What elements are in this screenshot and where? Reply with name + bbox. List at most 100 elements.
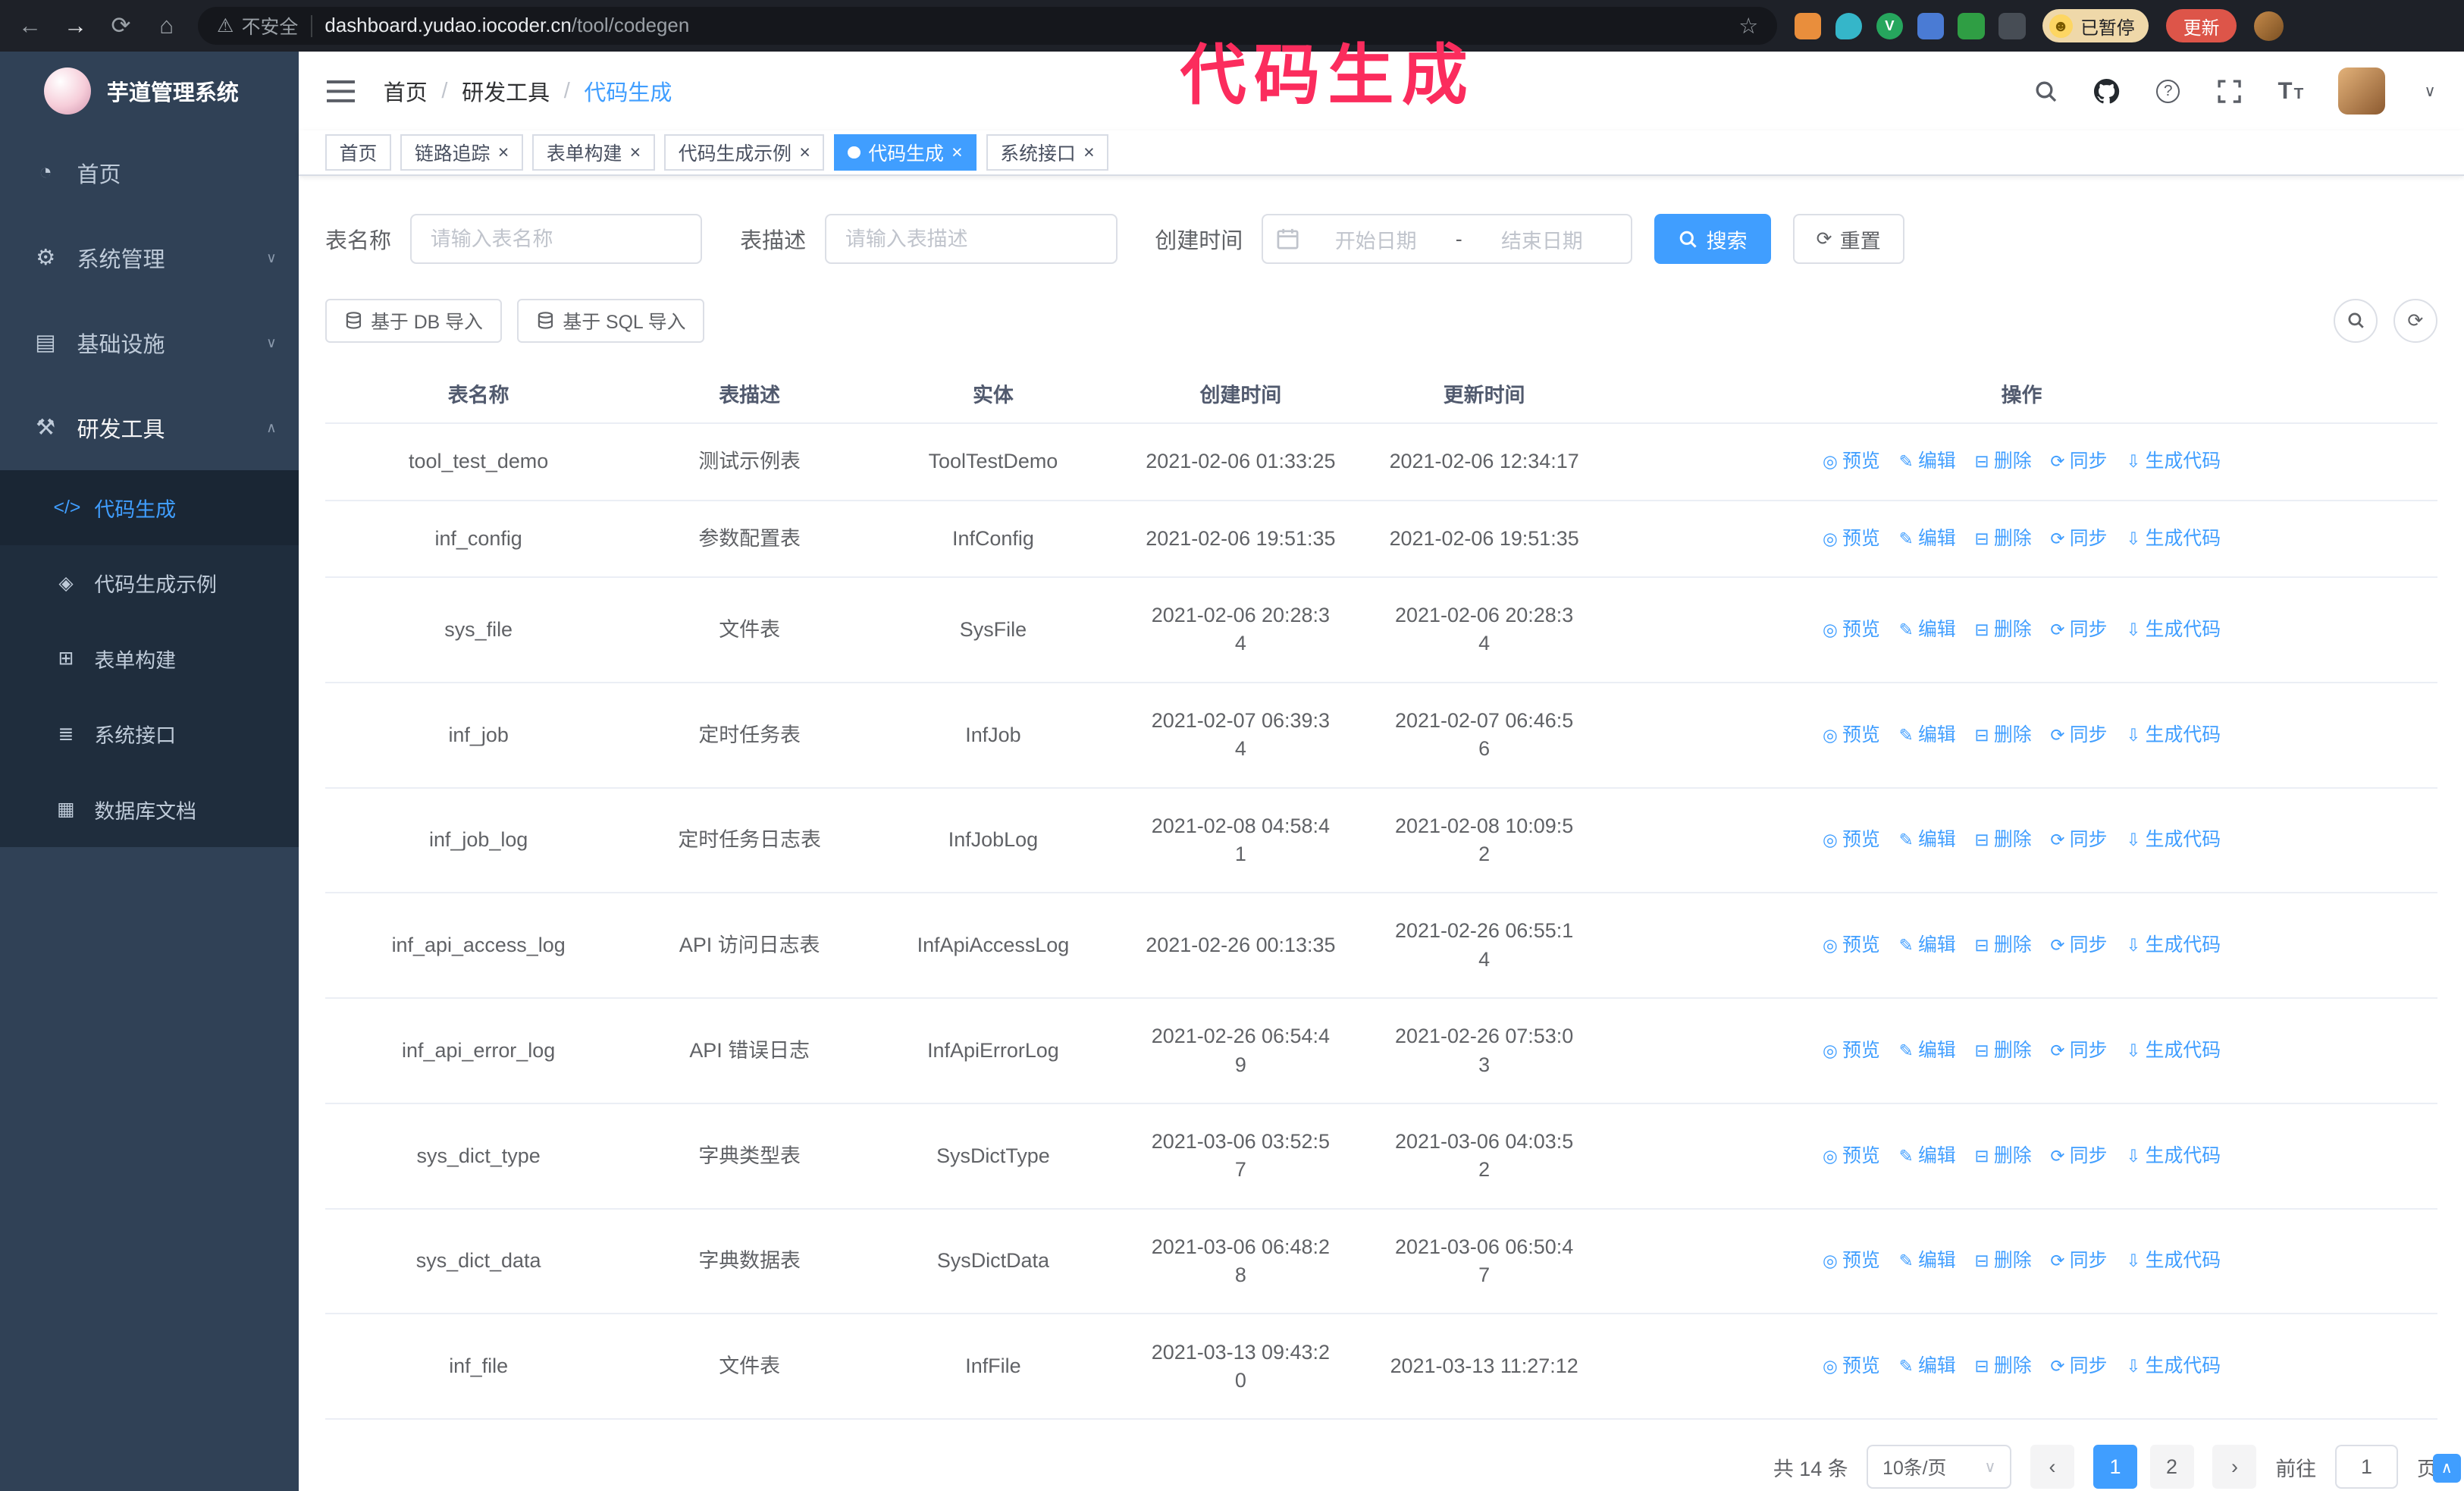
user-avatar[interactable]: [2337, 67, 2385, 115]
extension-icon-4[interactable]: [1917, 12, 1944, 39]
tab-item[interactable]: 代码生成 ×: [833, 134, 977, 171]
action-download-link[interactable]: ⇩ 生成代码: [2126, 1352, 2221, 1380]
action-sync-link[interactable]: ⟳ 同步: [2050, 525, 2107, 553]
breadcrumb-current[interactable]: 代码生成: [584, 75, 672, 107]
back-icon[interactable]: ←: [16, 12, 44, 39]
action-trash-link[interactable]: ⊟ 删除: [1975, 826, 2032, 854]
action-download-link[interactable]: ⇩ 生成代码: [2126, 1037, 2221, 1065]
sidebar-item[interactable]: ⚙ 系统管理 ∨: [0, 215, 299, 300]
bookmark-star-icon[interactable]: ☆: [1738, 13, 1758, 39]
action-edit-link[interactable]: ✎ 编辑: [1899, 1247, 1956, 1275]
sidebar-item[interactable]: ▤ 基础设施 ∨: [0, 300, 299, 385]
address-bar[interactable]: ⚠ 不安全 dashboard.yudao.iocoder.cn/tool/cod…: [198, 7, 1778, 46]
action-download-link[interactable]: ⇩ 生成代码: [2126, 1247, 2221, 1275]
action-download-link[interactable]: ⇩ 生成代码: [2126, 1142, 2221, 1170]
action-trash-link[interactable]: ⊟ 删除: [1975, 1247, 2032, 1275]
action-edit-link[interactable]: ✎ 编辑: [1899, 931, 1956, 959]
security-warning[interactable]: ⚠ 不安全: [217, 12, 298, 39]
action-eye-link[interactable]: ◎ 预览: [1823, 1037, 1880, 1065]
close-icon[interactable]: ×: [799, 143, 810, 162]
page-button[interactable]: 1: [2093, 1445, 2137, 1489]
tab-item[interactable]: 首页: [325, 134, 391, 171]
page-button[interactable]: 2: [2149, 1445, 2194, 1489]
action-trash-link[interactable]: ⊟ 删除: [1975, 1352, 2032, 1380]
import-sql-button[interactable]: 基于 SQL 导入: [517, 298, 705, 343]
action-download-link[interactable]: ⇩ 生成代码: [2126, 721, 2221, 749]
action-eye-link[interactable]: ◎ 预览: [1823, 447, 1880, 476]
font-size-icon[interactable]: TT: [2277, 77, 2305, 105]
sidebar-toggle-icon[interactable]: [327, 80, 356, 102]
tab-item[interactable]: 表单构建 ×: [532, 134, 655, 171]
tab-item[interactable]: 链路追踪 ×: [400, 134, 523, 171]
action-sync-link[interactable]: ⟳ 同步: [2050, 826, 2107, 854]
prev-page-button[interactable]: ‹: [2030, 1445, 2075, 1489]
search-icon[interactable]: [2031, 77, 2059, 105]
action-edit-link[interactable]: ✎ 编辑: [1899, 1037, 1956, 1065]
refresh-table-button[interactable]: ⟳: [2393, 298, 2437, 343]
action-download-link[interactable]: ⇩ 生成代码: [2126, 616, 2221, 644]
action-download-link[interactable]: ⇩ 生成代码: [2126, 447, 2221, 476]
tab-item[interactable]: 系统接口 ×: [986, 134, 1109, 171]
action-edit-link[interactable]: ✎ 编辑: [1899, 826, 1956, 854]
sidebar-subitem[interactable]: ≣ 系统接口: [0, 696, 299, 771]
action-eye-link[interactable]: ◎ 预览: [1823, 616, 1880, 644]
search-button[interactable]: 搜索: [1654, 213, 1771, 265]
breadcrumb-home[interactable]: 首页: [384, 75, 428, 107]
action-eye-link[interactable]: ◎ 预览: [1823, 1247, 1880, 1275]
action-trash-link[interactable]: ⊟ 删除: [1975, 1142, 2032, 1170]
close-icon[interactable]: ×: [498, 143, 509, 162]
forward-icon[interactable]: →: [61, 12, 89, 39]
action-trash-link[interactable]: ⊟ 删除: [1975, 721, 2032, 749]
extension-icon-3[interactable]: V: [1876, 12, 1903, 39]
sidebar-subitem[interactable]: </> 代码生成: [0, 469, 299, 546]
extension-icon-1[interactable]: [1794, 12, 1822, 39]
action-eye-link[interactable]: ◎ 预览: [1823, 826, 1880, 854]
next-page-button[interactable]: ›: [2212, 1445, 2257, 1489]
browser-profile-avatar[interactable]: [2254, 11, 2284, 41]
action-download-link[interactable]: ⇩ 生成代码: [2126, 525, 2221, 553]
action-trash-link[interactable]: ⊟ 删除: [1975, 1037, 2032, 1065]
action-eye-link[interactable]: ◎ 预览: [1823, 1142, 1880, 1170]
sidebar-subitem[interactable]: ⊞ 表单构建: [0, 621, 299, 696]
action-edit-link[interactable]: ✎ 编辑: [1899, 616, 1956, 644]
close-icon[interactable]: ×: [951, 143, 963, 162]
action-sync-link[interactable]: ⟳ 同步: [2050, 721, 2107, 749]
action-trash-link[interactable]: ⊟ 删除: [1975, 616, 2032, 644]
action-sync-link[interactable]: ⟳ 同步: [2050, 1142, 2107, 1170]
action-download-link[interactable]: ⇩ 生成代码: [2126, 931, 2221, 959]
toggle-search-button[interactable]: [2333, 298, 2378, 343]
table-name-input[interactable]: [409, 213, 703, 265]
action-trash-link[interactable]: ⊟ 删除: [1975, 931, 2032, 959]
reset-button[interactable]: ⟳ 重置: [1792, 213, 1904, 265]
goto-page-input[interactable]: [2335, 1445, 2398, 1489]
chevron-down-icon[interactable]: ∨: [2425, 82, 2436, 101]
extension-icon-5[interactable]: [1958, 12, 1985, 39]
action-sync-link[interactable]: ⟳ 同步: [2050, 931, 2107, 959]
action-edit-link[interactable]: ✎ 编辑: [1899, 447, 1956, 476]
action-eye-link[interactable]: ◎ 预览: [1823, 721, 1880, 749]
close-icon[interactable]: ×: [1083, 143, 1095, 162]
action-edit-link[interactable]: ✎ 编辑: [1899, 1352, 1956, 1380]
breadcrumb-devtools[interactable]: 研发工具: [462, 75, 550, 107]
back-to-top-button[interactable]: ∧: [2432, 1454, 2461, 1483]
table-desc-input[interactable]: [825, 213, 1118, 265]
action-edit-link[interactable]: ✎ 编辑: [1899, 1142, 1956, 1170]
fullscreen-icon[interactable]: [2215, 77, 2243, 105]
action-eye-link[interactable]: ◎ 预览: [1823, 931, 1880, 959]
sidebar-item[interactable]: ◔ 首页: [0, 130, 299, 215]
tab-item[interactable]: 代码生成示例 ×: [664, 134, 825, 171]
sync-paused-badge[interactable]: ☻ 已暂停: [2042, 9, 2149, 42]
reload-icon[interactable]: ⟳: [107, 12, 135, 39]
close-icon[interactable]: ×: [630, 143, 641, 162]
action-sync-link[interactable]: ⟳ 同步: [2050, 1352, 2107, 1380]
action-trash-link[interactable]: ⊟ 删除: [1975, 447, 2032, 476]
page-size-select[interactable]: 10条/页 ∨: [1867, 1445, 2012, 1489]
action-sync-link[interactable]: ⟳ 同步: [2050, 1037, 2107, 1065]
action-sync-link[interactable]: ⟳ 同步: [2050, 1247, 2107, 1275]
extension-icon-2[interactable]: [1835, 12, 1863, 39]
help-icon[interactable]: ?: [2154, 77, 2182, 105]
home-icon[interactable]: ⌂: [152, 12, 180, 39]
sidebar-item[interactable]: ⚒ 研发工具 ∧: [0, 385, 299, 470]
import-db-button[interactable]: 基于 DB 导入: [325, 298, 502, 343]
puzzle-extension-icon[interactable]: [1998, 12, 2026, 39]
